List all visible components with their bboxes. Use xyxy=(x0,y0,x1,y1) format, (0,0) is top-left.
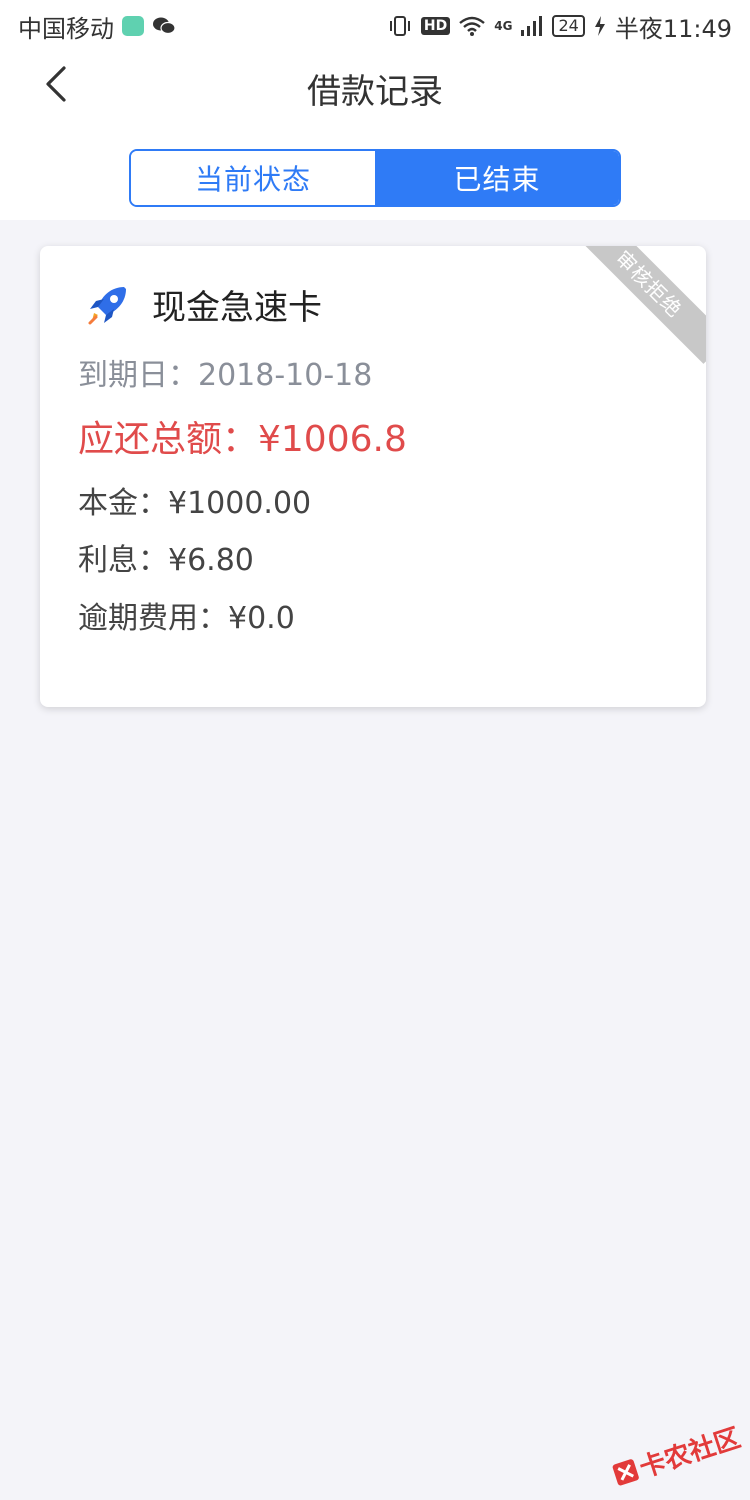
vibrate-icon xyxy=(389,16,410,36)
overdue-fee: 逾期费用：¥0.0 xyxy=(78,601,295,636)
battery-indicator: 24 xyxy=(552,15,585,37)
clock: 半夜11:49 xyxy=(614,14,732,43)
rocket-icon xyxy=(88,286,126,324)
due-date: 到期日：2018-10-18 xyxy=(78,358,373,393)
status-right: HD 4G 24 半夜11:49 xyxy=(387,9,732,44)
network-label: 4G xyxy=(494,19,513,33)
card-title: 现金急速卡 xyxy=(152,288,322,328)
interest: 利息：¥6.80 xyxy=(78,543,254,578)
wifi-icon xyxy=(459,16,486,36)
status-tabs: 当前状态 已结束 xyxy=(129,149,621,207)
page-header: 借款记录 当前状态 已结束 xyxy=(0,52,750,220)
principal: 本金：¥1000.00 xyxy=(78,486,312,521)
watermark-text: 卡农社区 xyxy=(635,1423,745,1484)
total-due: 应还总额：¥1006.8 xyxy=(78,419,407,460)
status-bar: 中国移动 HD 4G 24 半夜11:49 xyxy=(0,0,750,52)
tab-ended[interactable]: 已结束 xyxy=(375,151,619,205)
status-left: 中国移动 xyxy=(18,9,176,44)
status-ribbon: 审核拒绝 xyxy=(569,246,706,364)
signal-icon xyxy=(521,16,543,36)
loan-record-card[interactable]: 审核拒绝 现金急速卡 到期日：2018-10-18 应还总额：¥1006.8 本… xyxy=(40,246,706,707)
hd-badge: HD xyxy=(420,17,451,35)
carrier-label: 中国移动 xyxy=(18,14,114,43)
page-title: 借款记录 xyxy=(307,72,443,112)
watermark: 卡农社区 xyxy=(607,1418,744,1494)
app-notification-icon xyxy=(122,16,144,36)
tab-current-status[interactable]: 当前状态 xyxy=(131,151,375,205)
charging-icon xyxy=(594,16,605,36)
wechat-icon xyxy=(153,17,176,35)
card-title-row: 现金急速卡 xyxy=(84,280,322,329)
